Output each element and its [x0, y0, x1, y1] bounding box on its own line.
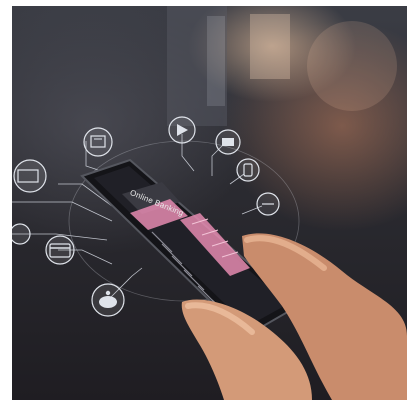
money-icon: [83, 127, 113, 157]
video-icon: [168, 116, 196, 144]
photo-frame: Online Banking: [12, 6, 407, 400]
piggy-bank-icon: [91, 283, 125, 317]
bank-icon: [215, 129, 241, 155]
phone-icon: [236, 158, 260, 182]
wallet-icon: [13, 159, 47, 193]
background-bokeh: [167, 6, 397, 126]
scene: [12, 6, 407, 400]
card-small-icon: [12, 223, 31, 245]
mobile-transfer-icon: [256, 192, 280, 216]
card-icon: [45, 235, 75, 265]
